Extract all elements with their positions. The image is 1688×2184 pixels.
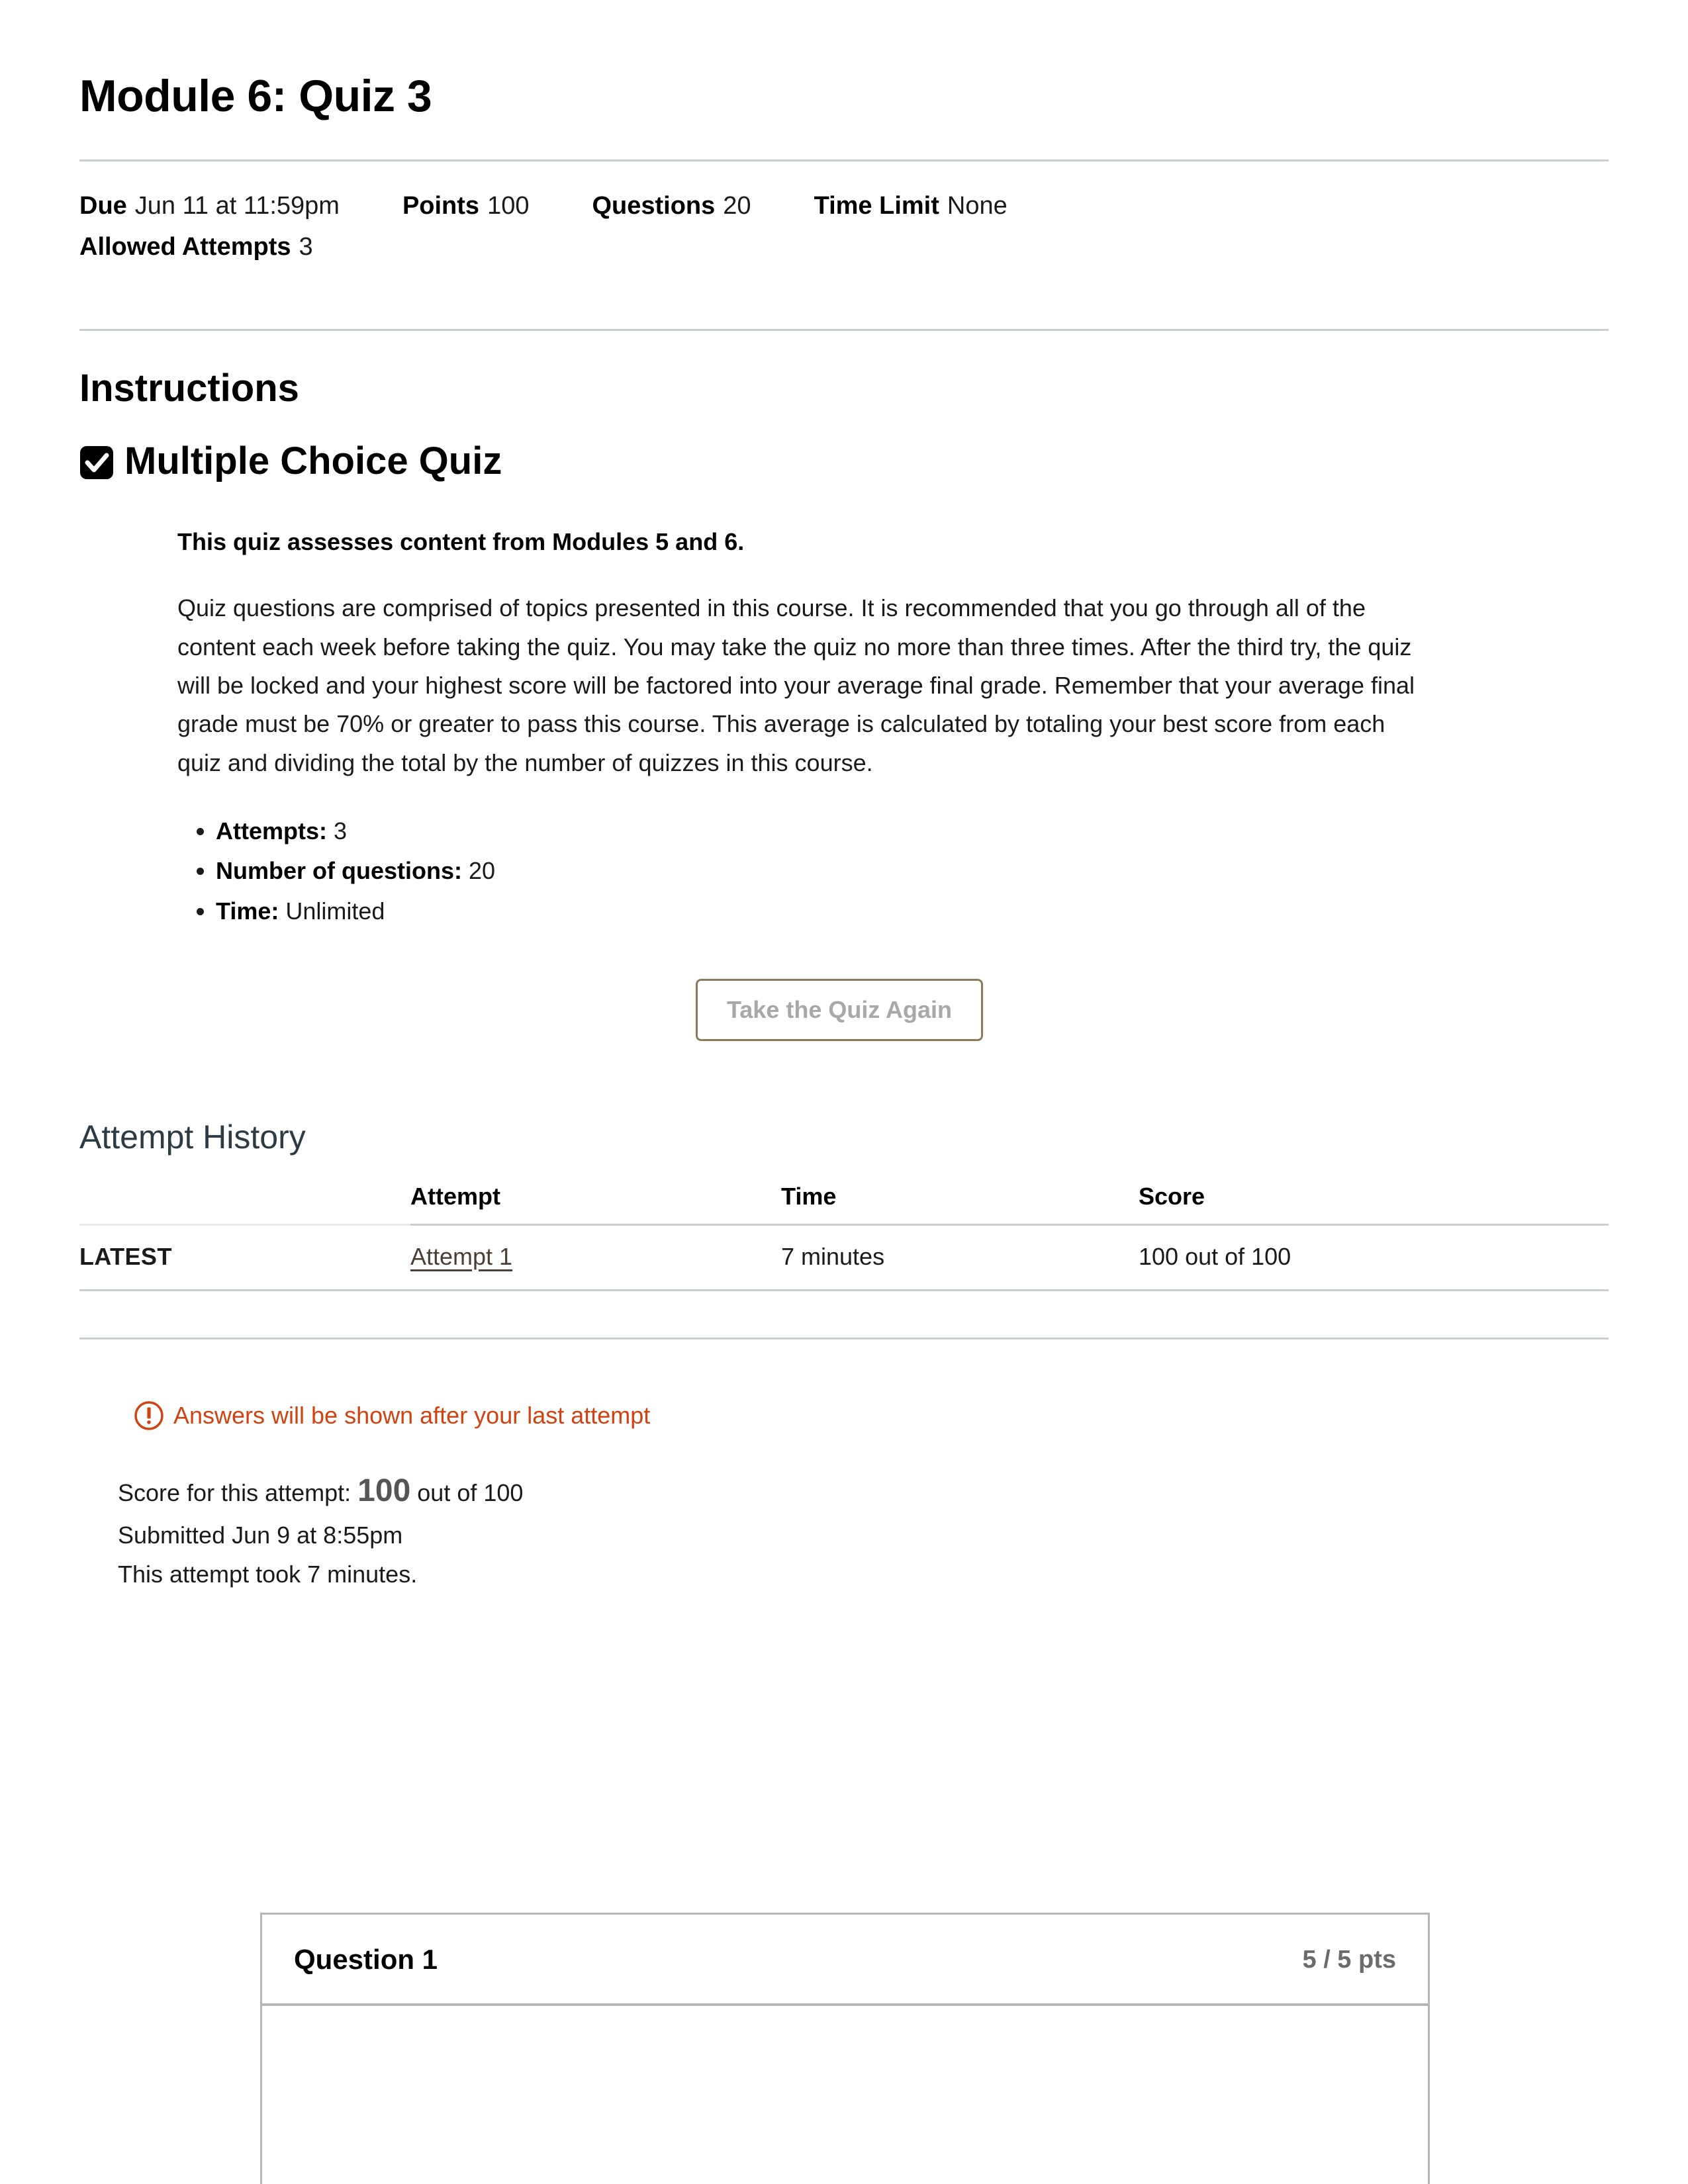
- score-cell: 100 out of 100: [1139, 1224, 1609, 1291]
- meta-allowed-attempts-label: Allowed Attempts: [79, 233, 291, 261]
- score-prefix: Score for this attempt:: [118, 1479, 352, 1506]
- attempt-history-head: Attempt Time Score: [79, 1179, 1609, 1226]
- page-title: Module 6: Quiz 3: [79, 71, 432, 121]
- meta-points-label: Points: [402, 191, 480, 220]
- quiz-meta-row-attempts: Allowed Attempts 3: [79, 226, 1609, 268]
- meta-questions: Questions 20: [592, 185, 751, 227]
- table-header-row: Attempt Time Score: [79, 1179, 1609, 1226]
- attempt-history-heading: Attempt History: [79, 1118, 306, 1156]
- multiple-choice-quiz-heading: Multiple Choice Quiz: [79, 439, 1609, 484]
- meta-allowed-attempts-value: 3: [299, 233, 313, 261]
- fact-value: 3: [334, 817, 348, 845]
- fact-value: 20: [469, 857, 496, 885]
- instructions-heading: Instructions: [79, 367, 299, 410]
- multiple-choice-quiz-label: Multiple Choice Quiz: [124, 439, 502, 482]
- score-value: 100: [357, 1473, 411, 1508]
- column-header-attempt: Attempt: [410, 1179, 781, 1226]
- time-cell: 7 minutes: [781, 1224, 1139, 1291]
- meta-time-limit-label: Time Limit: [814, 191, 939, 220]
- meta-points: Points 100: [402, 185, 530, 227]
- table-row: LATEST Attempt 1 7 minutes 100 out of 10…: [79, 1224, 1609, 1291]
- fact-label: Time:: [216, 897, 279, 925]
- instructions-paragraph: Quiz questions are comprised of topics p…: [177, 594, 1415, 776]
- meta-due-label: Due: [79, 191, 127, 220]
- meta-allowed-attempts: Allowed Attempts 3: [79, 226, 313, 268]
- score-suffix: out of 100: [417, 1479, 524, 1506]
- attempt-cell: Attempt 1: [410, 1224, 781, 1291]
- instructions-body: This quiz assesses content from Modules …: [79, 524, 1601, 1041]
- column-header-score: Score: [1139, 1179, 1609, 1226]
- meta-points-value: 100: [487, 191, 530, 220]
- attempt-history-divider: [79, 1337, 1609, 1340]
- attempt-history-body: LATEST Attempt 1 7 minutes 100 out of 10…: [79, 1224, 1609, 1291]
- meta-due: Due Jun 11 at 11:59pm: [79, 185, 340, 227]
- question-body: [262, 2006, 1428, 2112]
- question-points: 5 / 5 pts: [1302, 1945, 1397, 1974]
- column-header-blank: [79, 1179, 410, 1226]
- instructions-facts-list: Attempts: 3 Number of questions: 20 Time…: [177, 811, 1501, 931]
- column-header-time: Time: [781, 1179, 1139, 1226]
- meta-divider: [79, 329, 1609, 332]
- fact-label: Attempts:: [216, 817, 327, 845]
- answers-notice-text: Answers will be shown after your last at…: [173, 1401, 651, 1429]
- list-item: Number of questions: 20: [216, 851, 1501, 891]
- meta-time-limit-value: None: [947, 191, 1008, 220]
- submitted-line: Submitted Jun 9 at 8:55pm: [118, 1522, 403, 1549]
- list-item: Attempts: 3: [216, 811, 1501, 851]
- quiz-meta-block: Due Jun 11 at 11:59pm Points 100 Questions…: [79, 161, 1609, 291]
- meta-time-limit: Time Limit None: [814, 185, 1008, 227]
- quiz-results-page: Module 6: Quiz 3 Due Jun 11 at 11:59pm Po…: [0, 0, 1688, 2184]
- meta-questions-value: 20: [723, 191, 751, 220]
- question-header: Question 1 5 / 5 pts: [262, 1915, 1428, 2006]
- take-quiz-button-wrap: Take the Quiz Again: [177, 979, 1501, 1041]
- duration-line: This attempt took 7 minutes.: [118, 1560, 418, 1588]
- take-quiz-again-button[interactable]: Take the Quiz Again: [695, 979, 984, 1041]
- attempt-link[interactable]: Attempt 1: [410, 1243, 512, 1270]
- meta-due-value: Jun 11 at 11:59pm: [134, 191, 340, 220]
- warning-circle-exclamation-icon: [134, 1400, 164, 1431]
- question-card: Question 1 5 / 5 pts: [260, 1913, 1430, 2184]
- list-item: Time: Unlimited: [216, 891, 1501, 931]
- score-summary: Score for this attempt: 100 out of 100 S…: [118, 1465, 1609, 1594]
- checkbox-checked-icon: [79, 445, 114, 480]
- meta-questions-label: Questions: [592, 191, 716, 220]
- fact-value: Unlimited: [285, 897, 385, 925]
- question-title: Question 1: [294, 1944, 438, 1975]
- latest-badge: LATEST: [79, 1224, 410, 1291]
- attempt-history-table: Attempt Time Score LATEST Attempt 1 7 mi…: [79, 1179, 1609, 1291]
- quiz-meta-row-primary: Due Jun 11 at 11:59pm Points 100 Questions…: [79, 185, 1609, 227]
- fact-label: Number of questions:: [216, 857, 463, 885]
- score-for-attempt-line: Score for this attempt: 100 out of 100: [118, 1465, 1609, 1517]
- answers-notice: Answers will be shown after your last at…: [134, 1400, 1609, 1431]
- instructions-lead: This quiz assesses content from Modules …: [177, 528, 745, 556]
